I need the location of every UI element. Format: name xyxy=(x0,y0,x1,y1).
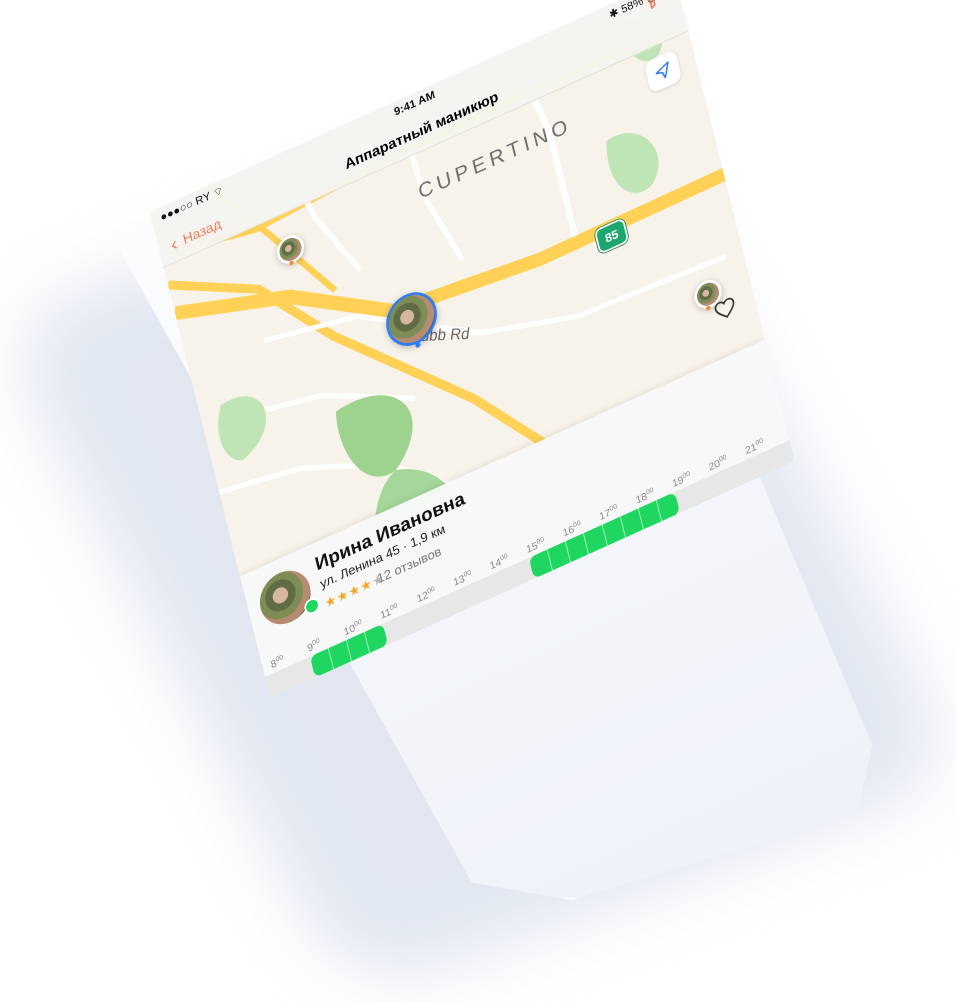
hour-tick-minutes: 00 xyxy=(718,452,728,464)
avatar xyxy=(254,562,316,633)
slot-divider xyxy=(619,516,626,538)
hour-tick-minutes: 00 xyxy=(274,652,284,664)
hour-tick-minutes: 00 xyxy=(645,485,655,497)
slot-divider xyxy=(345,639,352,662)
hour-tick-minutes: 00 xyxy=(426,584,436,596)
slot-divider xyxy=(601,524,608,547)
slot-divider xyxy=(583,532,590,555)
hour-tick-minutes: 00 xyxy=(499,551,509,563)
hour-tick-minutes: 00 xyxy=(353,617,363,629)
hour-tick-minutes: 00 xyxy=(754,436,764,447)
location-arrow-icon xyxy=(655,61,669,79)
hour-tick-minutes: 00 xyxy=(608,502,618,513)
slot-divider xyxy=(656,499,663,522)
slot-divider xyxy=(546,549,553,571)
filter-icon[interactable] xyxy=(640,0,664,14)
slot-divider xyxy=(327,648,334,670)
hour-tick-minutes: 00 xyxy=(572,518,582,530)
hour-tick-minutes: 00 xyxy=(681,469,691,480)
hour-tick-minutes: 00 xyxy=(389,601,399,612)
slot-divider xyxy=(637,508,644,530)
hour-tick-minutes: 00 xyxy=(535,535,545,546)
slot-divider xyxy=(564,541,571,563)
hour-tick-minutes: 00 xyxy=(311,636,321,648)
slot-divider xyxy=(364,631,371,654)
hour-tick-minutes: 00 xyxy=(462,568,472,579)
